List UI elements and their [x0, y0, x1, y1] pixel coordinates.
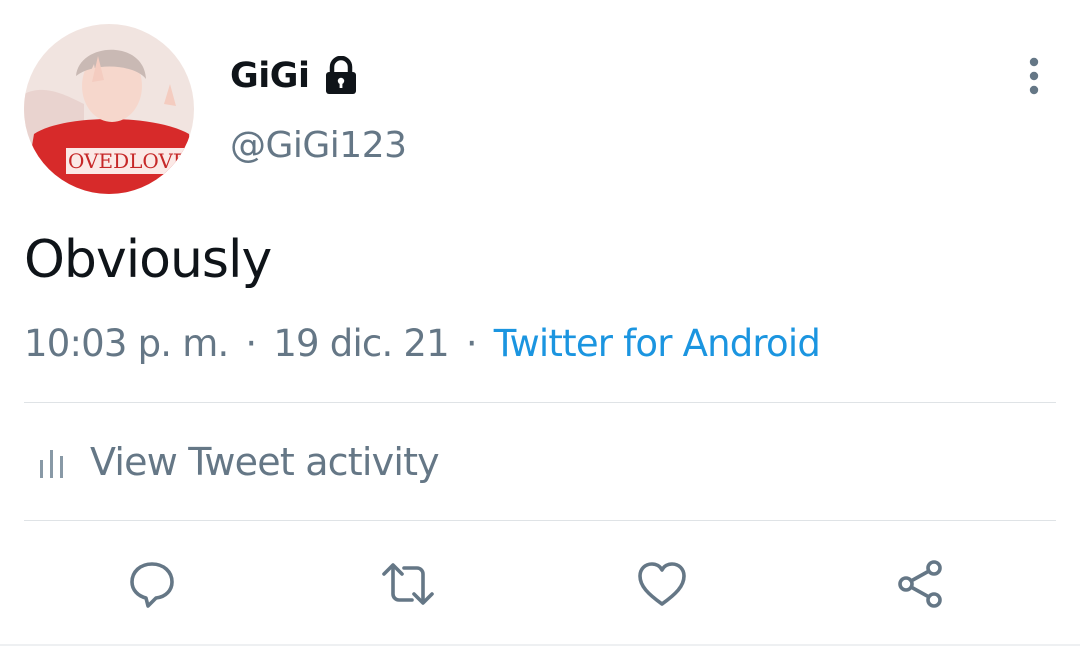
more-vertical-icon — [1029, 57, 1039, 95]
share-button[interactable] — [892, 556, 948, 612]
retweet-icon — [382, 563, 434, 605]
lock-icon — [323, 55, 359, 96]
user-handle[interactable]: @GiGi123 — [230, 122, 407, 170]
more-options-button[interactable] — [1014, 52, 1054, 100]
tweet-meta: 10:03 p. m. · 19 dic. 21 · Twitter for A… — [24, 318, 821, 370]
share-icon — [898, 560, 942, 608]
reply-icon — [130, 562, 174, 608]
divider — [24, 402, 1056, 403]
meta-separator: · — [245, 322, 257, 365]
divider — [24, 520, 1056, 521]
activity-label: View Tweet activity — [90, 440, 440, 484]
tweet-action-bar — [0, 548, 1080, 618]
heart-icon — [638, 562, 686, 606]
meta-separator: · — [465, 322, 478, 365]
user-display-name-row[interactable]: GiGi — [230, 52, 359, 100]
bar-chart-icon — [40, 450, 63, 478]
tweet-text: Obviously — [24, 230, 272, 290]
avatar[interactable]: OVEDLOVE — [24, 24, 194, 194]
view-tweet-activity-button[interactable]: View Tweet activity — [24, 434, 440, 490]
tweet-time[interactable]: 10:03 p. m. — [24, 322, 229, 365]
display-name[interactable]: GiGi — [230, 52, 310, 100]
reply-button[interactable] — [124, 556, 180, 612]
tweet-date[interactable]: 19 dic. 21 — [273, 322, 449, 365]
like-button[interactable] — [634, 556, 690, 612]
bottom-divider — [0, 644, 1080, 646]
retweet-button[interactable] — [380, 556, 436, 612]
avatar-shirt-text: OVEDLOVE — [68, 149, 188, 173]
tweet-source-link[interactable]: Twitter for Android — [494, 322, 821, 365]
